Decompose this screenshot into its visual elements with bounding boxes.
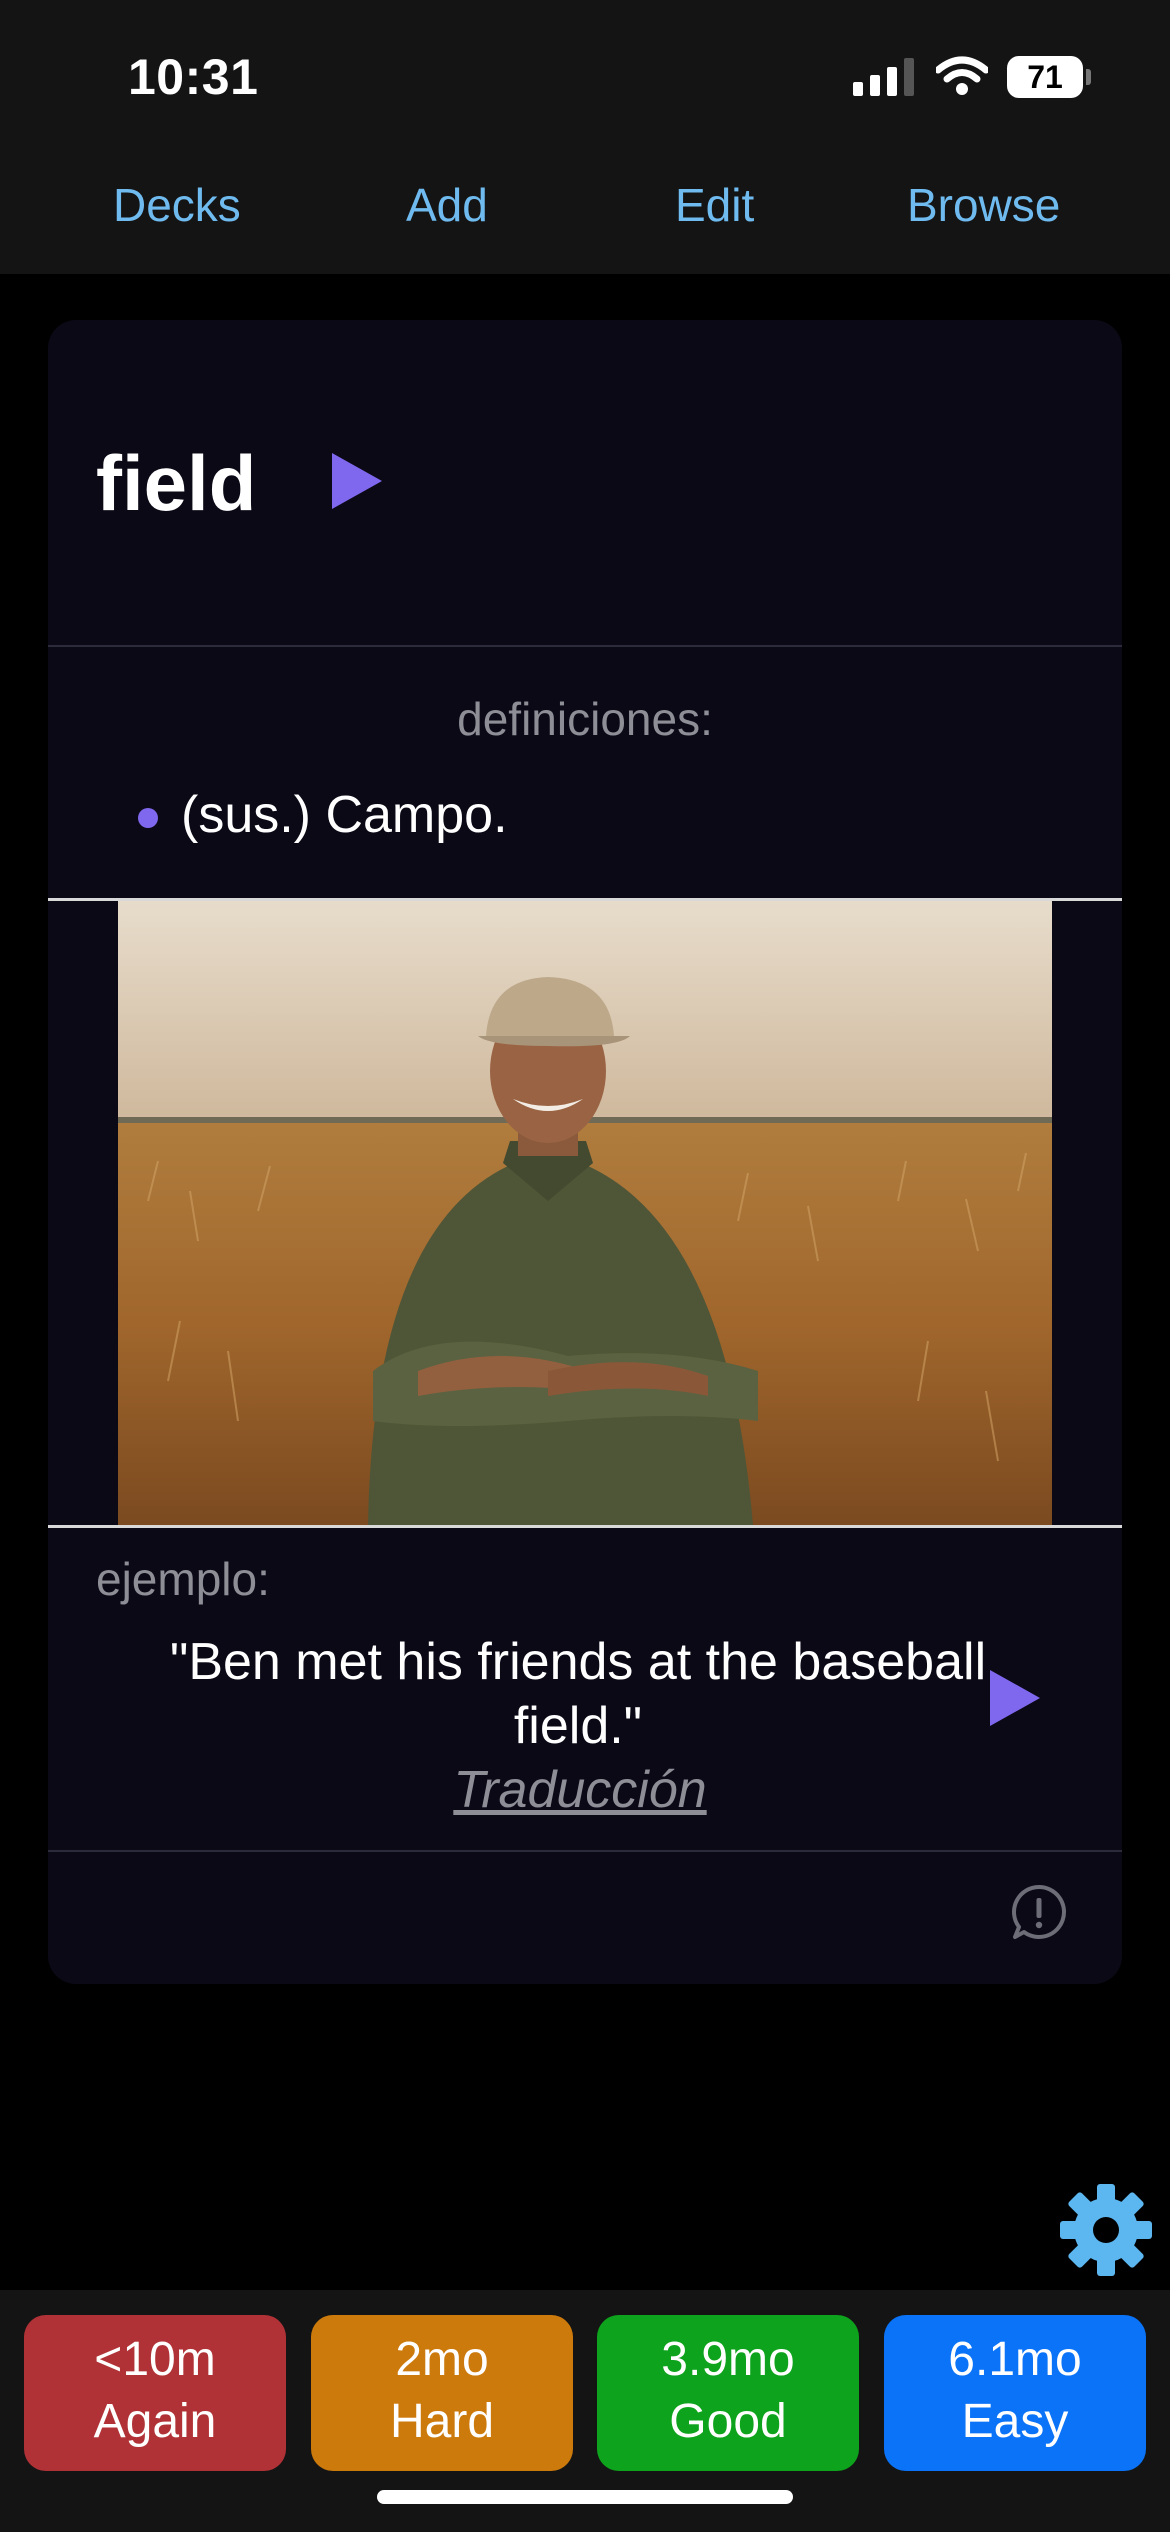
translation-link[interactable]: Traducción	[48, 1760, 1112, 1820]
status-time: 10:31	[128, 49, 259, 105]
signal-icon	[853, 58, 914, 96]
nav-browse[interactable]: Browse	[907, 178, 1060, 232]
good-interval: 3.9mo	[661, 2333, 795, 2386]
easy-button[interactable]: 6.1mo Easy	[884, 2315, 1146, 2471]
play-example-audio-icon[interactable]	[990, 1670, 1040, 1726]
definitions-label: definiciones:	[457, 693, 713, 745]
wifi-icon	[936, 56, 988, 95]
card-word: field	[96, 439, 257, 527]
card-image	[118, 901, 1052, 1525]
bullet-icon	[138, 808, 158, 828]
divider	[48, 1850, 1122, 1852]
good-button[interactable]: 3.9mo Good	[597, 2315, 859, 2471]
report-issue-icon[interactable]	[1010, 1883, 1068, 1941]
home-indicator[interactable]	[377, 2490, 793, 2504]
nav-edit[interactable]: Edit	[675, 178, 754, 232]
divider	[48, 645, 1122, 647]
nav-decks[interactable]: Decks	[113, 178, 241, 232]
gear-icon[interactable]	[1058, 2182, 1154, 2278]
hard-interval: 2mo	[395, 2333, 489, 2386]
easy-interval: 6.1mo	[948, 2333, 1082, 2386]
play-word-audio-icon[interactable]	[332, 453, 382, 509]
example-sentence: "Ben met his friends at the baseball fie…	[169, 1633, 987, 1755]
hard-label: Hard	[389, 2395, 495, 2448]
nav-add[interactable]: Add	[406, 178, 488, 232]
again-interval: <10m	[94, 2333, 216, 2386]
good-label: Good	[669, 2395, 787, 2448]
hard-button[interactable]: 2mo Hard	[311, 2315, 573, 2471]
image-bottom-border	[48, 1525, 1122, 1528]
definition-item: (sus.) Campo.	[181, 786, 508, 844]
again-button[interactable]: <10m Again	[24, 2315, 286, 2471]
battery-level: 71	[1027, 59, 1063, 95]
example-label: ejemplo:	[96, 1553, 270, 1605]
flashcard: field definiciones: (sus.) Campo. ejempl…	[48, 320, 1122, 1984]
top-bar: 10:31 71 Decks Add Edit Browse	[0, 0, 1170, 274]
easy-label: Easy	[961, 2395, 1069, 2448]
again-label: Again	[93, 2395, 217, 2448]
battery-indicator: 71	[1007, 56, 1091, 98]
